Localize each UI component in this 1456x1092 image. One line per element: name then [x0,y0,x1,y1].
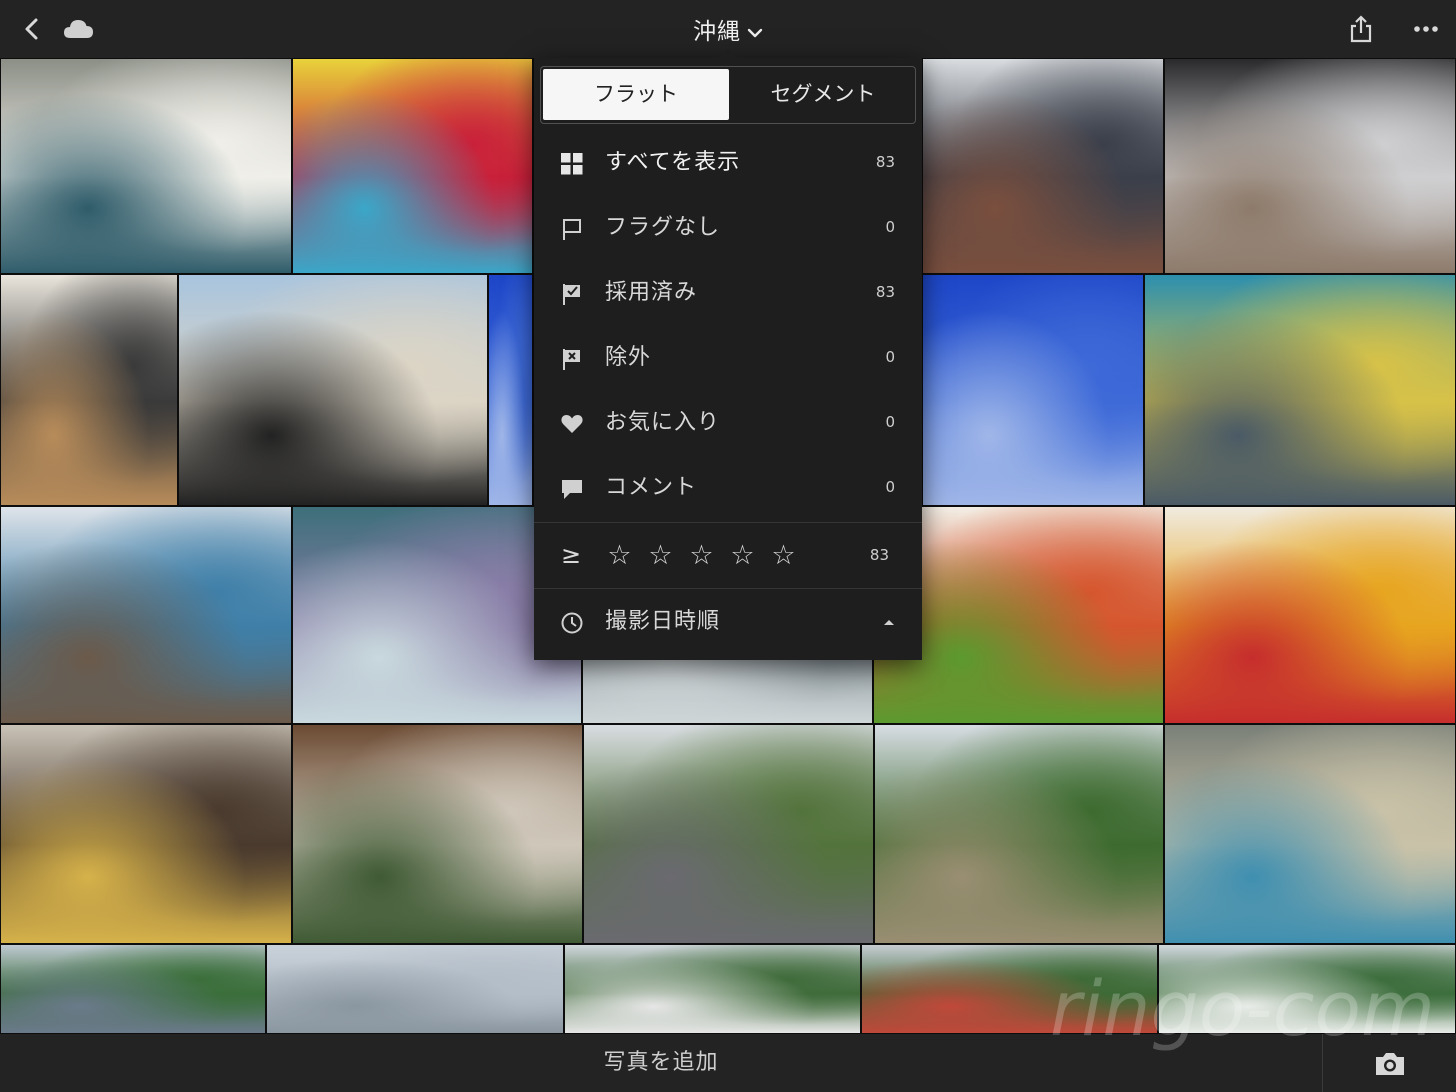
view-mode-segmented-control: フラット セグメント [540,66,916,124]
flat-segment[interactable]: フラット [543,69,729,120]
photo-thumbnail [1165,725,1455,943]
filter-comments[interactable]: コメント 0 [534,455,922,520]
filter-favorites[interactable]: お気に入り 0 [534,390,922,455]
album-title: 沖縄 [693,19,741,45]
photo-thumbnail [565,945,860,1033]
photo-beach-parking[interactable] [874,724,1164,944]
chevron-down-icon [747,28,763,37]
photo-aquarium-kids[interactable] [1144,274,1456,506]
star-icon[interactable]: ☆ [768,540,799,571]
photo-thumbnail [875,725,1163,943]
photo-thumbnail [1,507,291,723]
flag-reject-icon [563,349,580,370]
photo-thumbnail [179,275,487,505]
share-icon [1350,15,1372,43]
comment-icon [562,480,582,499]
photo-thumbnail [293,59,532,273]
filter-unflagged[interactable]: フラグなし 0 [534,195,922,260]
photo-thumbnail [1,945,265,1033]
bottom-bar: 写真を追加 [0,1034,1456,1092]
filter-count: 83 [875,153,895,171]
camera-button[interactable] [1373,1050,1407,1078]
rating-count: 83 [869,546,889,564]
filter-picked[interactable]: 採用済み 83 [534,260,922,325]
photo-train-seat[interactable] [0,58,292,274]
photo-thumbnail [862,945,1157,1033]
filter-count: 0 [885,348,895,366]
photo-beach-umbrella[interactable] [861,944,1158,1034]
photo-cloudy-sky[interactable] [266,944,564,1034]
clock-icon [561,612,583,634]
photo-thumbnail [923,275,1143,505]
filter-count: 0 [885,413,895,431]
filter-label: コメント [605,475,698,500]
photo-airport-lounge[interactable] [178,274,488,506]
filter-label: 除外 [605,345,652,370]
photo-thumbnail [1,275,177,505]
filter-label: フラグなし [605,215,721,240]
filter-rejected[interactable]: 除外 0 [534,325,922,390]
add-photos-button[interactable]: 写真を追加 [0,1034,1322,1092]
flag-outline-icon [563,219,581,240]
filter-rating: ≥ ☆ ☆ ☆ ☆ ☆ 83 [534,523,922,588]
filter-label: 採用済み [605,280,698,305]
photo-thumbnail [1165,59,1455,273]
divider [1322,1034,1323,1092]
photo-food-court[interactable] [292,724,583,944]
caret-up-icon [884,620,894,625]
share-button[interactable] [1346,14,1376,44]
photo-beach-shop[interactable] [1164,724,1456,944]
star-icon[interactable]: ☆ [686,540,717,571]
photo-thumbnail [267,945,563,1033]
photo-thumbnail [293,725,582,943]
rating-operator[interactable]: ≥ [561,523,582,588]
heart-icon [561,415,583,433]
star-icon[interactable]: ☆ [604,540,635,571]
photo-thumbnail [584,725,873,943]
filter-count: 83 [875,283,895,301]
segment-segment[interactable]: セグメント [731,67,915,122]
photo-beach-people[interactable] [0,944,266,1034]
photo-beach-shore[interactable] [1158,944,1456,1034]
flag-pick-icon [563,284,580,305]
filter-label: お気に入り [605,410,721,435]
star-icon[interactable]: ☆ [727,540,758,571]
photo-luggage-sizer[interactable] [292,58,533,274]
filter-label: すべてを表示 [605,150,741,175]
more-icon [1414,26,1438,32]
photo-airport-shop[interactable] [922,58,1164,274]
album-title-button[interactable]: 沖縄 [0,12,1456,46]
photo-travelers-coffee[interactable] [1164,58,1456,274]
photo-thumbnail [1145,275,1455,505]
photo-food-court-subway[interactable] [0,724,292,944]
photo-sky-wing[interactable] [922,274,1144,506]
filter-popup: フラット セグメント すべてを表示 83 フラグなし 0 採用済み 83 除外 … [534,48,922,660]
photo-omurice[interactable] [1164,506,1456,724]
photo-thumbnail [489,275,532,505]
sort-by-capture-date[interactable]: 撮影日時順 [534,589,922,654]
camera-icon [1376,1053,1404,1075]
photo-thumbnail [923,59,1163,273]
photo-mall-aquarium[interactable] [0,506,292,724]
more-button[interactable] [1408,18,1448,40]
photo-sky-wing[interactable] [488,274,533,506]
rating-stars: ☆ ☆ ☆ ☆ ☆ [604,523,799,588]
photo-thumbnail [1159,945,1455,1033]
photo-thumbnail [1,59,291,273]
filter-count: 0 [885,218,895,236]
sort-label: 撮影日時順 [605,609,721,634]
photo-park-walk[interactable] [583,724,874,944]
grid-icon [561,153,583,175]
star-icon[interactable]: ☆ [645,540,676,571]
filter-count: 0 [885,478,895,496]
photo-menu-board[interactable] [0,274,178,506]
photo-thumbnail [1,725,291,943]
filter-show-all[interactable]: すべてを表示 83 [534,130,922,195]
photo-thumbnail [1165,507,1455,723]
photo-beach-tents[interactable] [564,944,861,1034]
